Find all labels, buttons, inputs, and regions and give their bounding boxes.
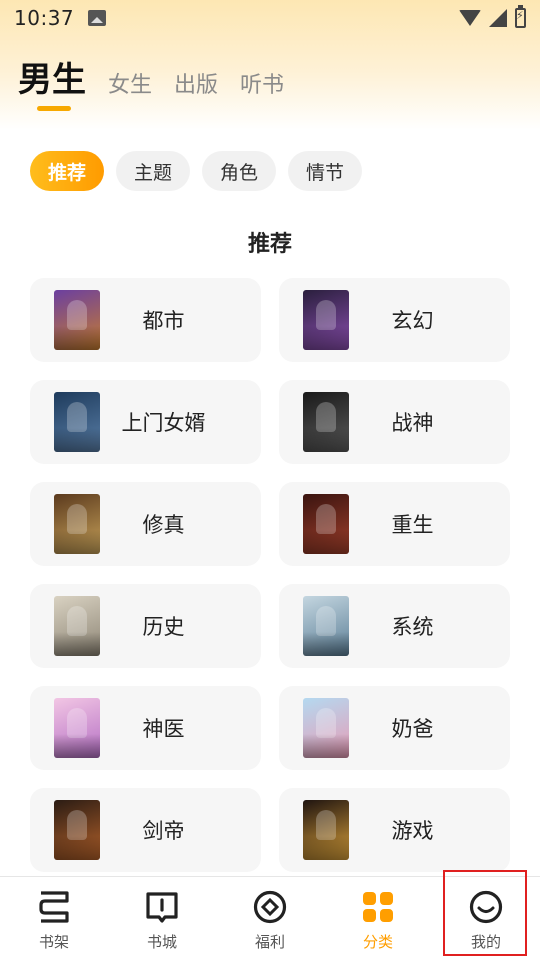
status-icons xyxy=(459,5,526,28)
category-cover-image xyxy=(303,596,349,656)
tab-male[interactable]: 男生 xyxy=(18,52,86,111)
nav-book-store[interactable]: 书城 xyxy=(108,877,216,960)
category-label: 玄幻 xyxy=(391,309,434,333)
tab-publish[interactable]: 出版 xyxy=(174,67,218,109)
cover-figure xyxy=(316,708,336,738)
nav-profile-label: 我的 xyxy=(470,933,501,951)
category-cover-image xyxy=(303,290,349,350)
nav-bookshelf[interactable]: 书架 xyxy=(0,877,108,960)
category-card[interactable]: 游戏 xyxy=(279,788,510,872)
category-cover-image xyxy=(54,698,100,758)
category-icon xyxy=(359,889,397,925)
category-label: 游戏 xyxy=(391,819,434,843)
status-bar: 10:37 xyxy=(0,0,540,36)
cover-figure xyxy=(67,606,87,636)
image-notification-icon xyxy=(88,10,107,26)
nav-welfare[interactable]: 福利 xyxy=(216,877,324,960)
category-cover-image xyxy=(303,698,349,758)
filter-chips: 推荐 主题 角色 情节 xyxy=(30,151,363,191)
category-cover-image xyxy=(303,494,349,554)
category-label: 奶爸 xyxy=(391,717,434,741)
chip-role[interactable]: 角色 xyxy=(202,151,277,191)
chip-plot[interactable]: 情节 xyxy=(288,151,363,191)
cover-figure xyxy=(316,300,336,330)
category-card[interactable]: 战神 xyxy=(279,380,510,464)
category-cover-image xyxy=(303,392,349,452)
wifi-icon xyxy=(459,10,481,26)
gender-tabs: 男生 女生 出版 听书 xyxy=(18,52,284,111)
tab-audiobook[interactable]: 听书 xyxy=(240,67,284,109)
chip-theme[interactable]: 主题 xyxy=(116,151,191,191)
cover-figure xyxy=(316,402,336,432)
category-label: 都市 xyxy=(142,309,185,333)
profile-icon xyxy=(467,889,505,925)
cover-figure xyxy=(316,606,336,636)
tab-male-label: 男生 xyxy=(18,60,86,100)
cover-figure xyxy=(67,810,87,840)
category-label: 历史 xyxy=(142,615,185,639)
category-card[interactable]: 重生 xyxy=(279,482,510,566)
category-cover-image xyxy=(54,800,100,860)
cover-figure xyxy=(67,300,87,330)
nav-category[interactable]: 分类 xyxy=(324,877,432,960)
category-card[interactable]: 修真 xyxy=(30,482,261,566)
category-label: 上门女婿 xyxy=(121,411,206,435)
category-cover-image xyxy=(303,800,349,860)
signal-icon xyxy=(489,9,507,27)
category-label: 战神 xyxy=(391,411,434,435)
nav-bookshelf-label: 书架 xyxy=(38,933,69,951)
bottom-navigation: 书架 书城 福利 分类 我的 xyxy=(0,876,540,960)
status-time: 10:37 xyxy=(14,6,75,30)
category-card[interactable]: 上门女婿 xyxy=(30,380,261,464)
category-cover-image xyxy=(54,596,100,656)
category-label: 剑帝 xyxy=(142,819,185,843)
tab-female[interactable]: 女生 xyxy=(108,67,152,109)
welfare-icon xyxy=(251,889,289,925)
cover-figure xyxy=(67,708,87,738)
category-card[interactable]: 玄幻 xyxy=(279,278,510,362)
book-store-icon xyxy=(143,889,181,925)
category-card[interactable]: 神医 xyxy=(30,686,261,770)
bookshelf-icon xyxy=(35,889,73,925)
category-card[interactable]: 剑帝 xyxy=(30,788,261,872)
category-label: 修真 xyxy=(142,513,185,537)
nav-book-store-label: 书城 xyxy=(146,933,177,951)
category-label: 系统 xyxy=(391,615,434,639)
cover-figure xyxy=(316,504,336,534)
nav-profile[interactable]: 我的 xyxy=(432,877,540,960)
category-card[interactable]: 系统 xyxy=(279,584,510,668)
nav-category-label: 分类 xyxy=(362,933,393,951)
nav-welfare-label: 福利 xyxy=(254,933,285,951)
chip-recommend[interactable]: 推荐 xyxy=(30,151,105,191)
category-card[interactable]: 历史 xyxy=(30,584,261,668)
battery-charging-icon xyxy=(515,5,526,28)
category-cover-image xyxy=(54,392,100,452)
category-card[interactable]: 奶爸 xyxy=(279,686,510,770)
category-cover-image xyxy=(54,494,100,554)
active-tab-indicator xyxy=(37,106,71,111)
cover-figure xyxy=(67,504,87,534)
category-label: 神医 xyxy=(142,717,185,741)
category-grid: 都市 玄幻上门女婿 战神修真 重生历史 系统神医 奶爸剑帝 游戏 xyxy=(30,278,510,872)
category-label: 重生 xyxy=(391,513,434,537)
cover-figure xyxy=(316,810,336,840)
category-cover-image xyxy=(54,290,100,350)
cover-figure xyxy=(67,402,87,432)
category-card[interactable]: 都市 xyxy=(30,278,261,362)
section-title: 推荐 xyxy=(247,232,292,257)
